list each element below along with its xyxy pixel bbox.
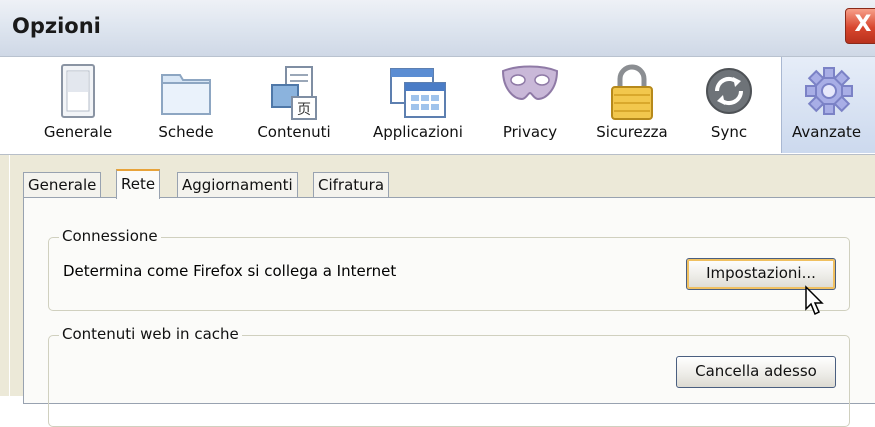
toolbar-label: Sync [710, 123, 748, 141]
connection-legend: Connessione [59, 227, 161, 245]
gear-icon [803, 63, 855, 123]
toolbar-label: Contenuti [257, 123, 331, 141]
toolbar-label: Generale [43, 123, 113, 141]
advanced-panel: Generale Rete Aggiornamenti Cifratura Co… [0, 155, 875, 427]
cache-group: Contenuti web in cache Cancella adesso [48, 325, 850, 427]
svg-text:页: 页 [297, 102, 311, 118]
preferences-toolbar: Generale Schede 页 Contenuti Applicazioni… [0, 57, 875, 155]
tab-rete[interactable]: Rete [116, 169, 161, 199]
toolbar-item-generale[interactable]: Generale [38, 57, 118, 153]
padlock-icon [607, 63, 657, 125]
cache-legend: Contenuti web in cache [59, 325, 242, 343]
contents-icon: 页 [266, 63, 322, 125]
button-label: Impostazioni... [706, 264, 816, 282]
tab-aggiornamenti[interactable]: Aggiornamenti [177, 172, 298, 197]
close-icon: X [854, 12, 872, 37]
mouse-pointer-icon [804, 285, 826, 321]
tab-cifratura[interactable]: Cifratura [313, 172, 390, 197]
tab-label: Cifratura [318, 176, 385, 194]
toolbar-item-sicurezza[interactable]: Sicurezza [584, 57, 680, 153]
window-title: Opzioni [12, 14, 101, 38]
close-button[interactable]: X [845, 8, 875, 44]
tab-label: Aggiornamenti [182, 176, 293, 194]
toolbar-item-privacy[interactable]: Privacy [490, 57, 570, 153]
toolbar-label: Schede [158, 123, 214, 141]
toolbar-item-contenuti[interactable]: 页 Contenuti [248, 57, 340, 153]
toolbar-item-avanzate[interactable]: Avanzate [781, 57, 875, 153]
toolbar-label: Privacy [502, 123, 558, 141]
toolbar-label: Avanzate [792, 123, 862, 141]
toolbar-item-sync[interactable]: Sync [694, 57, 764, 153]
mask-icon [500, 63, 560, 117]
clear-cache-button[interactable]: Cancella adesso [676, 356, 836, 388]
switch-icon [56, 63, 100, 123]
toolbar-item-applicazioni[interactable]: Applicazioni [360, 57, 476, 153]
tab-panel-rete: Connessione Determina come Firefox si co… [23, 197, 875, 427]
tab-generale[interactable]: Generale [23, 172, 102, 197]
tab-label: Generale [28, 176, 97, 194]
connection-group: Connessione Determina come Firefox si co… [48, 227, 850, 311]
tab-label: Rete [121, 175, 156, 193]
toolbar-item-schede[interactable]: Schede [146, 57, 226, 153]
tabs-icon [158, 63, 214, 123]
toolbar-label: Sicurezza [596, 123, 668, 141]
title-bar: Opzioni X [0, 0, 875, 57]
toolbar-label: Applicazioni [373, 123, 463, 141]
button-label: Cancella adesso [695, 362, 817, 380]
connection-description: Determina come Firefox si collega a Inte… [63, 262, 397, 280]
applications-icon [387, 63, 449, 125]
sync-icon [703, 63, 755, 123]
